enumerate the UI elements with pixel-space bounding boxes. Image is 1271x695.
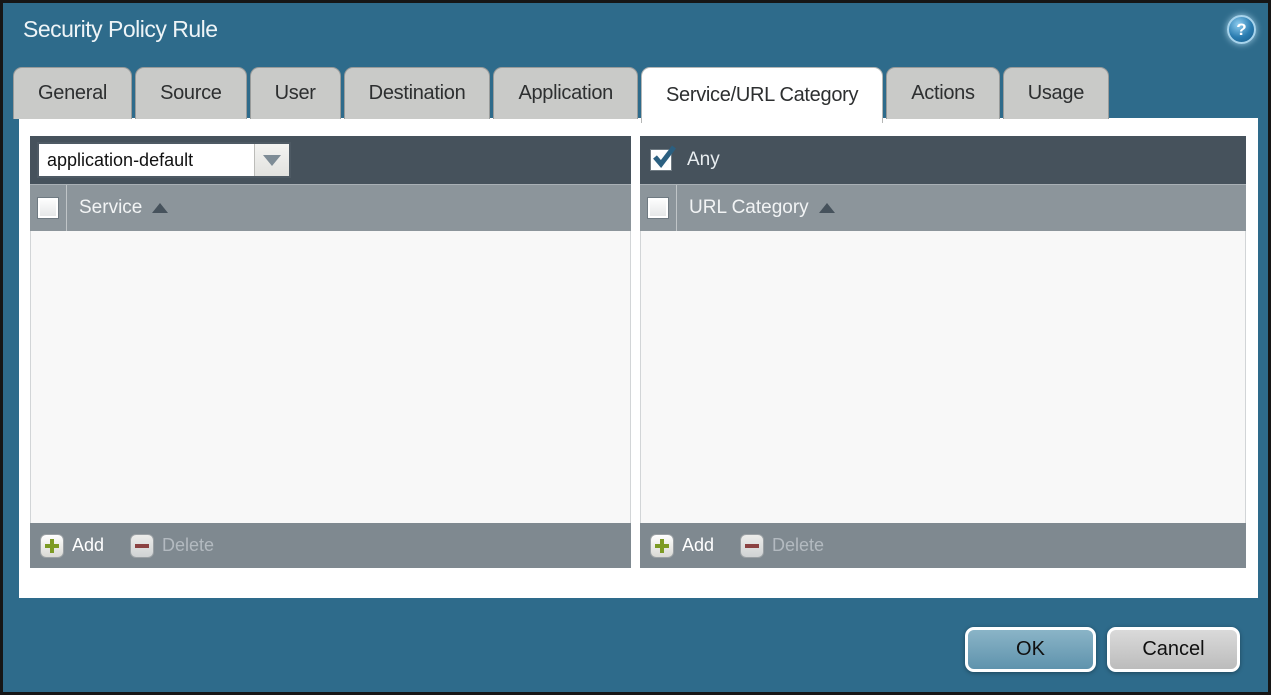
url-category-sort-header[interactable]: URL Category — [689, 197, 835, 219]
security-policy-rule-dialog: Security Policy Rule ? General Source Us… — [0, 0, 1271, 695]
dialog-title: Security Policy Rule — [23, 16, 218, 42]
url-category-add-label: Add — [682, 535, 715, 555]
url-any-header: Any — [640, 136, 1246, 184]
cancel-button[interactable]: Cancel — [1107, 627, 1240, 672]
plus-icon — [40, 533, 64, 558]
url-category-column-header: URL Category — [640, 184, 1246, 232]
service-type-dropdown-button[interactable] — [254, 144, 289, 176]
url-category-column-label: URL Category — [689, 197, 809, 218]
column-divider — [66, 184, 67, 232]
chevron-down-icon — [263, 154, 281, 166]
url-category-list-body — [640, 231, 1246, 523]
column-divider — [676, 184, 677, 232]
tab-source[interactable]: Source — [135, 67, 247, 119]
url-category-toolbar: Add Delete — [640, 523, 1246, 568]
url-category-select-all-checkbox[interactable] — [647, 197, 669, 219]
ok-button[interactable]: OK — [965, 627, 1096, 672]
any-label: Any — [687, 149, 720, 170]
help-glyph: ? — [1236, 19, 1247, 39]
tab-actions[interactable]: Actions — [886, 67, 1000, 119]
help-icon[interactable]: ? — [1227, 15, 1256, 44]
tab-usage[interactable]: Usage — [1002, 67, 1110, 119]
url-category-delete-label: Delete — [772, 535, 825, 555]
url-category-panel: Any URL Category Add Delete — [640, 136, 1246, 568]
plus-icon — [650, 533, 674, 558]
tab-general[interactable]: General — [13, 67, 133, 119]
service-add-label: Add — [72, 535, 105, 555]
service-add-button[interactable]: Add — [40, 533, 105, 558]
checkmark-icon — [653, 145, 676, 168]
url-category-delete-button[interactable]: Delete — [740, 533, 825, 558]
sort-ascending-icon — [152, 203, 169, 213]
url-category-add-button[interactable]: Add — [650, 533, 715, 558]
tab-content-panel: Service Add Delete — [19, 118, 1258, 598]
service-column-header: Service — [30, 184, 631, 232]
service-column-label: Service — [79, 197, 143, 218]
tab-destination[interactable]: Destination — [343, 67, 491, 119]
sort-ascending-icon — [818, 203, 835, 213]
service-select-all-checkbox[interactable] — [37, 197, 59, 219]
service-type-header — [30, 136, 631, 184]
tab-bar: General Source User Destination Applicat… — [13, 67, 1110, 123]
tab-application[interactable]: Application — [493, 67, 638, 119]
minus-icon — [740, 533, 765, 558]
service-type-combobox — [37, 142, 291, 178]
any-row: Any — [650, 145, 720, 171]
minus-icon — [130, 533, 155, 558]
service-type-input[interactable] — [39, 144, 254, 176]
service-sort-header[interactable]: Service — [79, 197, 169, 219]
service-toolbar: Add Delete — [30, 523, 631, 568]
tab-user[interactable]: User — [249, 67, 341, 119]
service-list-body — [30, 231, 631, 523]
service-panel: Service Add Delete — [30, 136, 631, 568]
service-delete-button[interactable]: Delete — [130, 533, 215, 558]
any-checkbox[interactable] — [650, 145, 676, 171]
tab-service-url-category[interactable]: Service/URL Category — [640, 67, 884, 123]
service-delete-label: Delete — [162, 535, 215, 555]
